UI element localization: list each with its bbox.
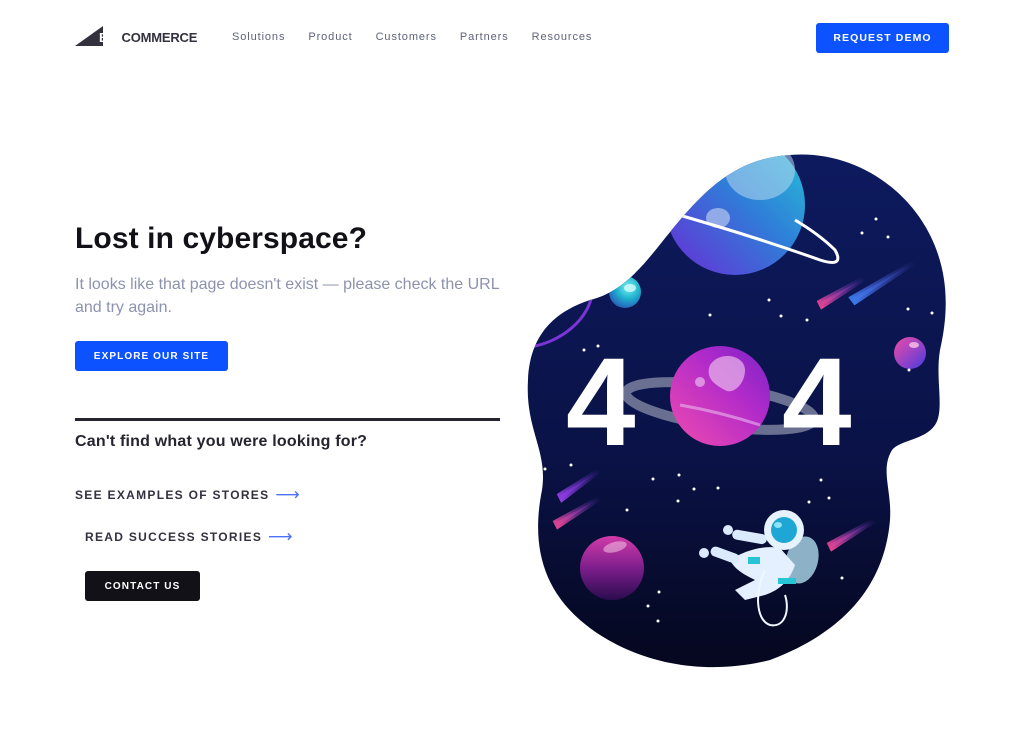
page-subtitle: It looks like that page doesn't exist — … bbox=[75, 276, 500, 316]
nav-item-partners[interactable]: Partners bbox=[460, 31, 509, 43]
contact-us-button[interactable]: CONTACT US bbox=[85, 571, 200, 601]
teal-planet bbox=[609, 276, 641, 308]
small-pink-planet bbox=[894, 337, 926, 369]
nav-item-resources[interactable]: Resources bbox=[532, 31, 593, 43]
error-digit-right: 4 bbox=[782, 333, 852, 472]
site-header: BIGCOMMERCE Solutions Product Customers … bbox=[0, 0, 1024, 76]
help-heading: Can't find what you were looking for? bbox=[75, 433, 368, 450]
nav-item-solutions[interactable]: Solutions bbox=[232, 31, 285, 43]
error-digit-left: 4 bbox=[566, 333, 636, 472]
nav-item-customers[interactable]: Customers bbox=[376, 31, 437, 43]
read-success-stories-link[interactable]: READ SUCCESS STORIES ⟶ bbox=[85, 527, 294, 546]
404-illustration: 4 4 bbox=[520, 150, 960, 675]
logo-commerce: COMMERCE bbox=[121, 30, 198, 45]
request-demo-button[interactable]: REQUEST DEMO bbox=[816, 23, 949, 53]
center-planet bbox=[670, 346, 770, 446]
logo-text: BIGCOMMERCE bbox=[99, 30, 197, 45]
dark-pink-planet bbox=[580, 536, 644, 600]
space-scene: 4 4 bbox=[527, 154, 946, 668]
bigcommerce-logo[interactable]: BIGCOMMERCE bbox=[75, 26, 197, 48]
logo-big: BIG bbox=[99, 30, 122, 45]
nav-item-product[interactable]: Product bbox=[308, 31, 352, 43]
see-examples-label: SEE EXAMPLES OF STORES bbox=[75, 488, 270, 502]
main-nav: Solutions Product Customers Partners Res… bbox=[232, 31, 615, 43]
section-divider bbox=[75, 418, 500, 421]
page-title: Lost in cyberspace? bbox=[75, 222, 367, 255]
explore-site-button[interactable]: EXPLORE OUR SITE bbox=[75, 341, 228, 371]
read-success-stories-label: READ SUCCESS STORIES bbox=[85, 530, 263, 544]
see-examples-link[interactable]: SEE EXAMPLES OF STORES ⟶ bbox=[75, 485, 302, 504]
arrow-right-icon: ⟶ bbox=[275, 485, 302, 504]
arrow-right-icon: ⟶ bbox=[268, 527, 294, 546]
